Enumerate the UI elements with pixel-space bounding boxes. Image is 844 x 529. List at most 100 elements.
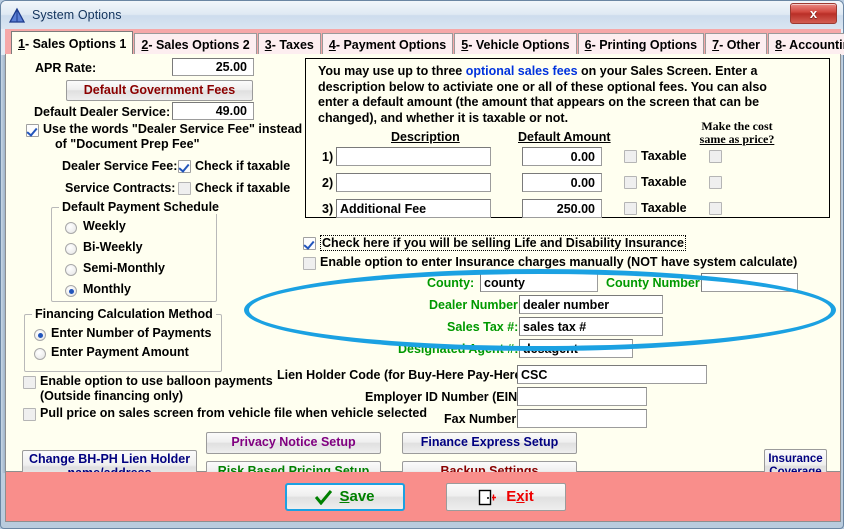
column-header-default-amount: Default Amount	[518, 130, 611, 144]
balloon-payments-label-2: (Outside financing only)	[40, 389, 184, 403]
balloon-payments-checkbox[interactable]	[23, 376, 36, 389]
fee-row-2-taxable-checkbox[interactable]	[624, 176, 637, 189]
lien-holder-code-input[interactable]: CSC	[517, 365, 707, 384]
tab-accounting[interactable]: 8 - Accounting	[768, 33, 844, 55]
fee-row-2-description-input[interactable]	[336, 173, 491, 192]
intro-line-3: enter a default amount (the amount that …	[318, 95, 760, 109]
tab-label-6: - Printing Options	[591, 37, 698, 52]
finance-express-setup-button[interactable]: Finance Express Setup	[402, 432, 577, 454]
fee-row-1-description-input[interactable]	[336, 147, 491, 166]
fee-row-2-number: 2)	[322, 176, 334, 190]
radio-weekly[interactable]	[65, 222, 77, 234]
intro-line-2: description below to activiate one or al…	[318, 79, 767, 94]
column-header-description: Description	[391, 130, 460, 144]
fee-row-1-taxable-label: Taxable	[641, 149, 687, 163]
county-number-input[interactable]	[701, 273, 798, 292]
same-as-price-line-1: Make the cost	[701, 119, 773, 133]
radio-semi-monthly[interactable]	[65, 264, 77, 276]
tab-accel-1: 1	[18, 36, 25, 51]
service-contracts-taxable-checkbox[interactable]	[178, 182, 191, 195]
manual-insurance-charges-checkbox[interactable]	[303, 257, 316, 270]
privacy-notice-setup-button[interactable]: Privacy Notice Setup	[206, 432, 381, 454]
check-icon	[315, 489, 333, 505]
county-input[interactable]: county	[480, 273, 598, 292]
tab-label-5: - Vehicle Options	[468, 37, 570, 52]
tab-printing-options[interactable]: 6 - Printing Options	[577, 33, 705, 55]
radio-enter-number-of-payments[interactable]	[34, 329, 46, 341]
fee-row-1-amount-input[interactable]: 0.00	[522, 147, 602, 166]
radio-weekly-label: Weekly	[83, 219, 126, 233]
dealer-service-fee-label: Dealer Service Fee:	[62, 159, 178, 173]
pull-price-checkbox[interactable]	[23, 408, 36, 421]
tab-accel-4: 4	[328, 37, 336, 52]
designated-agent-label: Designated Agent #:	[398, 342, 519, 356]
fee-row-3-description-input[interactable]: Additional Fee	[336, 199, 491, 218]
default-government-fees-button[interactable]: Default Government Fees	[66, 80, 253, 101]
tab-vehicle-options[interactable]: 5 - Vehicle Options	[454, 33, 577, 55]
fee-row-3-number: 3)	[322, 202, 334, 216]
tab-taxes[interactable]: 3 - Taxes	[257, 33, 321, 55]
tab-accel-2: 2	[141, 37, 149, 52]
intro-part-2: on your Sales Screen. Enter a	[577, 64, 758, 78]
radio-enter-payment-amount[interactable]	[34, 348, 46, 360]
tab-label-2: - Sales Options 2	[148, 37, 250, 52]
fee-row-3-amount-input[interactable]: 250.00	[522, 199, 602, 218]
county-label: County:	[427, 276, 475, 290]
footer-bar: Save Exit	[5, 472, 841, 522]
fee-row-1-taxable-checkbox[interactable]	[624, 150, 637, 163]
employer-id-label: Employer ID Number (EIN):	[365, 390, 526, 404]
exit-accel: x	[516, 487, 525, 505]
title-bar: System Options x	[1, 1, 843, 29]
financing-calculation-title: Financing Calculation Method	[32, 307, 216, 321]
dealer-service-fee-taxable-checkbox[interactable]	[178, 160, 191, 173]
use-dealer-service-fee-label-2: of "Document Prep Fee"	[55, 137, 200, 151]
fee-row-3-same-as-price-checkbox[interactable]	[709, 202, 722, 215]
fee-row-3-taxable-label: Taxable	[641, 201, 687, 215]
fee-row-2-same-as-price-checkbox[interactable]	[709, 176, 722, 189]
sales-tax-label: Sales Tax #:	[447, 320, 519, 334]
save-accel: S	[339, 487, 350, 505]
fax-number-input[interactable]	[517, 409, 647, 428]
use-dealer-service-fee-checkbox[interactable]	[26, 124, 39, 137]
fee-row-1-same-as-price-checkbox[interactable]	[709, 150, 722, 163]
use-dealer-service-fee-label-1: Use the words "Dealer Service Fee" inste…	[43, 122, 303, 136]
tab-other[interactable]: 7 - Other	[705, 33, 768, 55]
triangle-icon	[8, 7, 26, 25]
apr-rate-label: APR Rate:	[35, 61, 97, 75]
tab-sales-options-2[interactable]: 2 - Sales Options 2	[134, 33, 257, 55]
exit-rest: it	[524, 487, 534, 505]
fee-row-2-taxable-label: Taxable	[641, 175, 687, 189]
exit-button[interactable]: Exit	[446, 483, 566, 511]
county-number-label: County Number:	[606, 276, 704, 290]
radio-bi-weekly-label: Bi-Weekly	[83, 240, 143, 254]
tab-strip: 1 - Sales Options 1 2 - Sales Options 2 …	[5, 29, 844, 55]
apr-rate-input[interactable]: 25.00	[172, 58, 254, 76]
tab-sales-options-1[interactable]: 1 - Sales Options 1	[11, 31, 134, 55]
tab-label-7: - Other	[719, 37, 761, 52]
radio-monthly[interactable]	[65, 285, 77, 297]
radio-enter-payment-amount-label: Enter Payment Amount	[51, 345, 189, 359]
designated-agent-input[interactable]: desagent	[519, 339, 633, 358]
default-dealer-service-input[interactable]: 49.00	[172, 102, 254, 120]
fee-row-2-amount-input[interactable]: 0.00	[522, 173, 602, 192]
exit-first: E	[506, 487, 517, 505]
lien-holder-code-label: Lien Holder Code (for Buy-Here Pay-Here)…	[277, 368, 530, 382]
tab-accel-5: 5	[461, 37, 469, 52]
radio-enter-number-of-payments-label: Enter Number of Payments	[51, 326, 212, 340]
fee-row-3-taxable-checkbox[interactable]	[624, 202, 637, 215]
sales-tax-input[interactable]: sales tax #	[519, 317, 663, 336]
fax-number-label: Fax Number:	[444, 412, 521, 426]
optional-sales-fees-link[interactable]: optional sales fees	[466, 64, 578, 78]
dealer-number-input[interactable]: dealer number	[519, 295, 663, 314]
radio-bi-weekly[interactable]	[65, 243, 77, 255]
column-header-same-as-price: Make the cost same as price?	[678, 120, 796, 146]
intro-part-1: You may use up to three	[318, 64, 466, 78]
sell-life-disability-checkbox[interactable]	[303, 237, 316, 250]
save-button[interactable]: Save	[285, 483, 405, 511]
dealer-service-fee-taxable-label: Check if taxable	[195, 159, 291, 173]
default-dealer-service-label: Default Dealer Service:	[34, 105, 171, 119]
window-title: System Options	[32, 8, 122, 22]
tab-payment-options[interactable]: 4 - Payment Options	[321, 33, 454, 55]
close-button[interactable]: x	[790, 3, 837, 24]
employer-id-input[interactable]	[517, 387, 647, 406]
